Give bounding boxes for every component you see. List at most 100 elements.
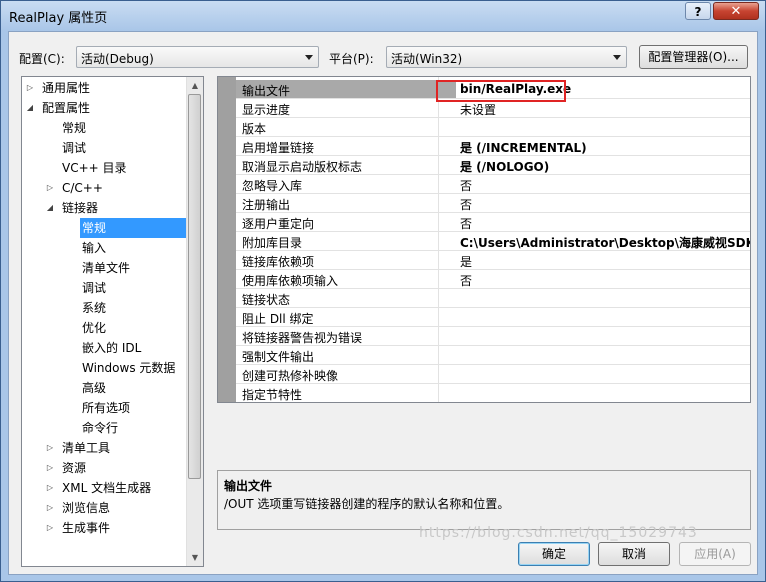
tree-item[interactable]: 调试 — [22, 278, 186, 298]
property-name: 将链接器警告视为错误 — [242, 331, 363, 345]
property-row[interactable]: 使用库依赖项输入 否 — [236, 270, 750, 289]
tree-item[interactable]: 优化 — [22, 318, 186, 338]
tree-item[interactable]: 嵌入的 IDL — [22, 338, 186, 358]
tree-item[interactable]: 所有选项 — [22, 398, 186, 418]
tree-item[interactable]: ▷ 生成事件 — [22, 518, 186, 538]
property-row[interactable]: 取消显示启动版权标志 是 (/NOLOGO) — [236, 156, 750, 175]
property-name: 输出文件 — [242, 84, 291, 98]
config-value: 活动(Debug) — [81, 52, 154, 66]
tree-item[interactable]: ▷ 浏览信息 — [22, 498, 186, 518]
property-row[interactable]: 阻止 Dll 绑定 — [236, 308, 750, 327]
scroll-up-icon[interactable]: ▲ — [187, 77, 203, 94]
expand-arrow-icon[interactable]: ▷ — [44, 178, 56, 198]
property-value[interactable]: 是 — [460, 253, 472, 270]
property-value[interactable]: 未设置 — [460, 101, 496, 118]
property-name: 附加库目录 — [242, 236, 303, 250]
property-value[interactable]: 是 (/NOLOGO) — [460, 158, 549, 175]
expand-arrow-icon[interactable]: ▷ — [44, 458, 56, 478]
tree-item-label: XML 文档生成器 — [62, 481, 152, 495]
grid-gutter — [218, 77, 236, 402]
tree-item[interactable]: ▷ C/C++ — [22, 178, 186, 198]
tree-item[interactable]: Windows 元数据 — [22, 358, 186, 378]
property-row[interactable]: 逐用户重定向 否 — [236, 213, 750, 232]
tree-item[interactable]: 命令行 — [22, 418, 186, 438]
property-row[interactable]: 将链接器警告视为错误 — [236, 327, 750, 346]
expand-arrow-icon[interactable]: ▷ — [44, 518, 56, 538]
tree-item[interactable]: 高级 — [22, 378, 186, 398]
property-name: 指定节特性 — [242, 388, 303, 402]
tree-scrollbar[interactable]: ▲ ▼ — [186, 77, 203, 566]
title-bar[interactable]: RealPlay 属性页 ? ✕ — [1, 1, 765, 31]
tree-item[interactable]: 常规 — [22, 218, 186, 238]
property-value[interactable]: 否 — [460, 215, 472, 232]
property-value[interactable]: 否 — [460, 177, 472, 194]
tree-item[interactable]: ◢ 链接器 — [22, 198, 186, 218]
ok-button[interactable]: 确定 — [518, 542, 590, 566]
property-row[interactable]: 强制文件输出 — [236, 346, 750, 365]
tree-item-label: 系统 — [82, 301, 107, 315]
tree-item[interactable]: 常规 — [22, 118, 186, 138]
property-value[interactable]: 否 — [460, 272, 472, 289]
expand-arrow-icon[interactable]: ▷ — [24, 78, 36, 98]
property-row[interactable]: 忽略导入库 否 — [236, 175, 750, 194]
tree-item[interactable]: ▷ 资源 — [22, 458, 186, 478]
property-value[interactable]: 是 (/INCREMENTAL) — [460, 139, 587, 156]
property-name: 创建可热修补映像 — [242, 369, 339, 383]
property-row[interactable]: 链接状态 — [236, 289, 750, 308]
tree-item[interactable]: ◢ 配置属性 — [22, 98, 186, 118]
property-name: 取消显示启动版权标志 — [242, 160, 363, 174]
property-name: 启用增量链接 — [242, 141, 315, 155]
tree-item[interactable]: 系统 — [22, 298, 186, 318]
chevron-down-icon — [613, 55, 621, 60]
collapse-arrow-icon[interactable]: ◢ — [44, 198, 56, 218]
property-tree[interactable]: ▷ 生成事件 ▷ 浏览信息 ▷ XML 文档生成器 ▷ 资源 ▷ 清单工具 命令行 所有选项 高级 Win… — [21, 76, 204, 567]
annotation-red-box — [436, 80, 566, 102]
apply-button[interactable]: 应用(A) — [679, 542, 751, 566]
tree-item-label: 常规 — [62, 121, 87, 135]
property-row[interactable]: 指定节特性 — [236, 384, 750, 402]
property-row[interactable]: 注册输出 否 — [236, 194, 750, 213]
property-row[interactable]: 版本 — [236, 118, 750, 137]
tree-item-label: 链接器 — [62, 201, 99, 215]
tree-item-label: 通用属性 — [42, 81, 91, 95]
tree-item[interactable]: ▷ XML 文档生成器 — [22, 478, 186, 498]
properties-dialog: RealPlay 属性页 ? ✕ 配置(C): 活动(Debug) 平台(P):… — [0, 0, 766, 582]
scroll-down-icon[interactable]: ▼ — [187, 549, 203, 566]
property-row[interactable]: 创建可热修补映像 — [236, 365, 750, 384]
property-row[interactable]: 启用增量链接 是 (/INCREMENTAL) — [236, 137, 750, 156]
scroll-thumb[interactable] — [188, 94, 201, 479]
expand-arrow-icon[interactable]: ▷ — [44, 438, 56, 458]
tree-item-label: 输入 — [82, 241, 107, 255]
property-name: 使用库依赖项输入 — [242, 274, 339, 288]
expand-arrow-icon[interactable]: ▷ — [44, 478, 56, 498]
dialog-body: 配置(C): 活动(Debug) 平台(P): 活动(Win32) 配置管理器(… — [8, 31, 758, 575]
cancel-button[interactable]: 取消 — [598, 542, 670, 566]
property-value[interactable]: 否 — [460, 196, 472, 213]
property-name: 强制文件输出 — [242, 350, 315, 364]
platform-dropdown[interactable]: 活动(Win32) — [386, 46, 627, 68]
tree-item[interactable]: ▷ 通用属性 — [22, 78, 186, 98]
tree-item[interactable]: 调试 — [22, 138, 186, 158]
tree-item-label: 浏览信息 — [62, 501, 111, 515]
property-row[interactable]: 链接库依赖项 是 — [236, 251, 750, 270]
property-name: 逐用户重定向 — [242, 217, 315, 231]
tree-item-label: 调试 — [62, 141, 87, 155]
property-name: 阻止 Dll 绑定 — [242, 312, 314, 326]
expand-arrow-icon[interactable]: ▷ — [44, 498, 56, 518]
property-row[interactable]: 附加库目录 C:\Users\Administrator\Desktop\海康威视… — [236, 232, 750, 251]
tree-item-label: 清单工具 — [62, 441, 111, 455]
tree-item-label: 调试 — [82, 281, 107, 295]
tree-item[interactable]: VC++ 目录 — [22, 158, 186, 178]
property-value[interactable]: C:\Users\Administrator\Desktop\海康威视SDK\C… — [460, 234, 750, 251]
close-button[interactable]: ✕ — [713, 2, 759, 20]
help-button[interactable]: ? — [685, 2, 711, 20]
tree-item[interactable]: ▷ 清单工具 — [22, 438, 186, 458]
tree-item[interactable]: 输入 — [22, 238, 186, 258]
window-title: RealPlay 属性页 — [9, 11, 108, 26]
config-dropdown[interactable]: 活动(Debug) — [76, 46, 319, 68]
config-manager-button[interactable]: 配置管理器(O)... — [639, 45, 748, 69]
property-grid[interactable]: 输出文件 bin/RealPlay.exe 显示进度 未设置 版本 启用增量链接是 (/I… — [217, 76, 751, 403]
property-name: 注册输出 — [242, 198, 291, 212]
collapse-arrow-icon[interactable]: ◢ — [24, 98, 36, 118]
tree-item[interactable]: 清单文件 — [22, 258, 186, 278]
